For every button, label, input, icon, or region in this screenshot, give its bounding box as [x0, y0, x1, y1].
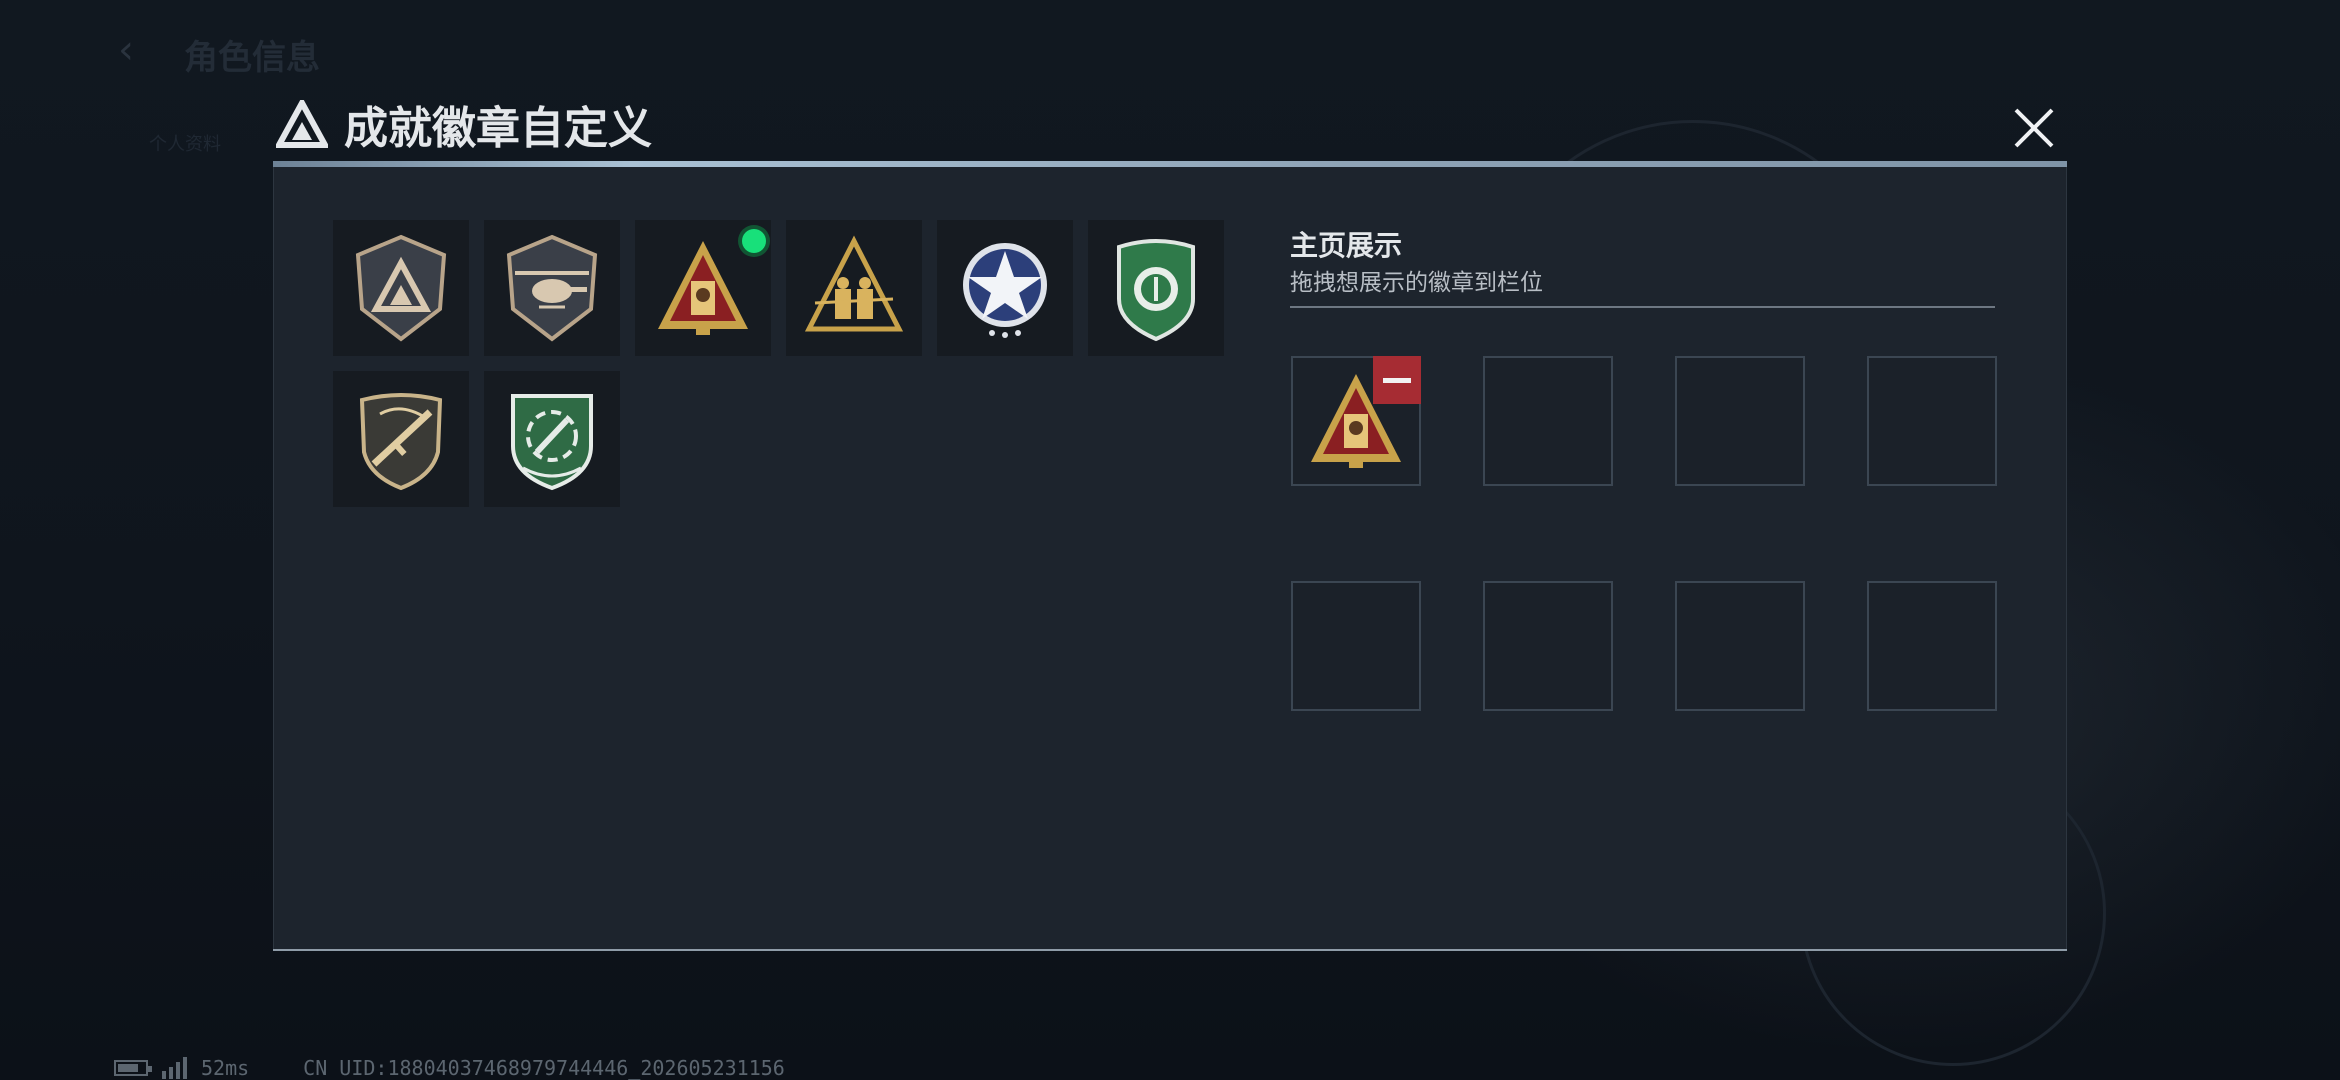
triangle-shield-badge-icon: [355, 234, 447, 342]
triangle-logo-icon: [276, 100, 328, 148]
showcase-slot[interactable]: [1867, 581, 1997, 711]
dialog-bottom-border: [273, 949, 2067, 951]
showcase-slot[interactable]: [1483, 581, 1613, 711]
close-button[interactable]: [2010, 104, 2058, 152]
showcase-title: 主页展示: [1290, 229, 1403, 262]
close-icon: [2014, 108, 2054, 148]
badge-tile[interactable]: [635, 220, 771, 356]
background-page-title: 角色信息: [184, 38, 320, 78]
battery-icon: [114, 1060, 152, 1076]
showcase-slot[interactable]: [1483, 356, 1613, 486]
badge-tile[interactable]: [937, 220, 1073, 356]
badge-tile[interactable]: [1088, 220, 1224, 356]
badge-tile[interactable]: [333, 371, 469, 507]
signal-icon: [162, 1057, 187, 1079]
red-triangle-badge-icon: [658, 241, 748, 335]
badge-tile[interactable]: [484, 220, 620, 356]
background-nav: 个人资料: [130, 130, 240, 250]
soldiers-triangle-badge-icon: [805, 235, 903, 332]
minus-icon: [1383, 377, 1411, 383]
showcase-slot[interactable]: [1675, 581, 1805, 711]
uid-text: CN UID:1880403746897974444​6_20260523115…: [303, 1056, 785, 1080]
modal-title-text: 成就徽章自定义: [344, 103, 652, 154]
showcase-slot[interactable]: [1675, 356, 1805, 486]
badge-tile[interactable]: [786, 220, 922, 356]
ping-text: 52ms: [201, 1056, 250, 1080]
showcase-slot[interactable]: [1291, 356, 1421, 486]
new-badge-dot: [742, 229, 766, 253]
rifle-shield-badge-icon: [359, 393, 443, 491]
remove-badge-button[interactable]: [1373, 356, 1421, 404]
blue-star-badge-icon: [963, 243, 1047, 338]
back-arrow-icon: ‹: [118, 27, 134, 73]
badge-tile[interactable]: [333, 220, 469, 356]
modal-title: 成就徽章自定义: [276, 96, 652, 154]
showcase-slots: [1291, 356, 1997, 711]
background-nav-item: 个人资料: [149, 134, 221, 155]
showcase-divider: [1290, 306, 1995, 308]
showcase-slot[interactable]: [1291, 581, 1421, 711]
badge-tile[interactable]: [484, 371, 620, 507]
badge-inventory-grid: [333, 220, 1233, 507]
dialog-top-border: [273, 161, 2067, 167]
helicopter-badge-icon: [506, 234, 598, 342]
showcase-subtitle: 拖拽想展示的徽章到栏位: [1290, 270, 1543, 296]
showcase-slot[interactable]: [1867, 356, 1997, 486]
green-laurel-badge-icon: [511, 394, 593, 491]
status-bar: 52ms CN UID:1880403746897974444​6_202605…: [114, 1056, 785, 1080]
green-shield-badge-icon: [1117, 239, 1195, 342]
